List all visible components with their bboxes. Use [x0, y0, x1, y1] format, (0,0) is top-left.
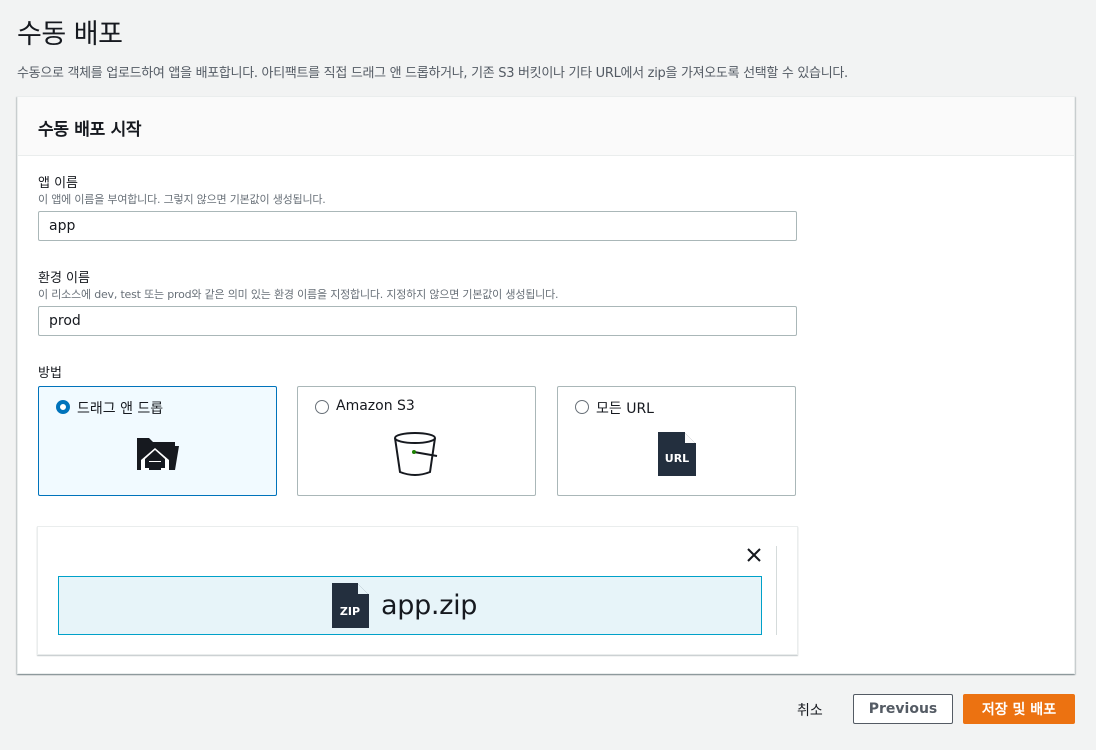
uploaded-file: ZIP app.zip	[58, 576, 762, 635]
panel-header: 수동 배포 시작	[18, 97, 1074, 156]
method-label-s3: Amazon S3	[336, 398, 415, 414]
panel-title: 수동 배포 시작	[38, 120, 142, 140]
app-name-label: 앱 이름	[38, 176, 79, 191]
env-name-description: 이 리소스에 dev, test 또는 prod와 같은 의미 있는 환경 이름…	[38, 288, 559, 301]
url-file-icon-text: URL	[664, 452, 688, 465]
zip-file-icon: ZIP	[331, 582, 371, 634]
app-name-description: 이 앱에 이름을 부여합니다. 그렇지 않으면 기본값이 생성됩니다.	[38, 193, 326, 206]
method-label-url: 모든 URL	[596, 401, 654, 417]
upload-area[interactable]: ZIP app.zip	[37, 526, 798, 655]
s3-bucket-icon	[393, 430, 441, 482]
page-description: 수동으로 객체를 업로드하여 앱을 배포합니다. 아티팩트를 직접 드래그 앤 …	[17, 66, 848, 81]
env-name-input[interactable]	[38, 306, 797, 336]
upload-scrollbar[interactable]	[776, 546, 777, 635]
method-label: 방법	[38, 366, 62, 381]
app-name-input[interactable]	[38, 211, 797, 241]
radio-drag-drop[interactable]	[56, 400, 70, 414]
cancel-button[interactable]: 취소	[797, 700, 823, 720]
zip-file-icon-text: ZIP	[340, 605, 360, 618]
method-tile-drag-drop[interactable]: 드래그 앤 드롭	[38, 386, 277, 496]
page-title: 수동 배포	[17, 19, 123, 50]
radio-s3[interactable]	[315, 400, 329, 414]
previous-button[interactable]: Previous	[853, 694, 953, 724]
save-and-deploy-button[interactable]: 저장 및 배포	[963, 694, 1075, 724]
uploaded-file-name: app.zip	[381, 590, 478, 621]
folder-upload-icon	[135, 434, 181, 476]
radio-url[interactable]	[575, 400, 589, 414]
method-label-drag-drop: 드래그 앤 드롭	[77, 401, 164, 417]
method-tile-url[interactable]: 모든 URL URL	[557, 386, 796, 496]
env-name-label: 환경 이름	[38, 271, 90, 286]
method-tile-s3[interactable]: Amazon S3	[297, 386, 536, 496]
deploy-panel: 수동 배포 시작 앱 이름 이 앱에 이름을 부여합니다. 그렇지 않으면 기본…	[17, 96, 1075, 674]
url-file-icon: URL	[656, 430, 698, 482]
close-icon[interactable]	[746, 547, 762, 563]
